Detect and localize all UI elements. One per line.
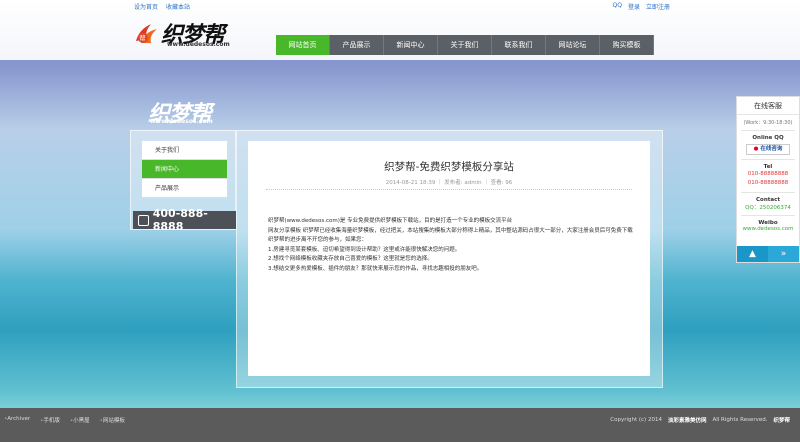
register-link[interactable]: 立即注册 bbox=[646, 2, 670, 11]
banner-logo: 织梦帮 www.dedesos.com bbox=[148, 96, 213, 128]
service-actions: ▲ » bbox=[737, 246, 799, 262]
qq-consult-label: 在线咨询 bbox=[760, 146, 783, 152]
collapse-icon[interactable]: » bbox=[768, 246, 799, 262]
service-contact-qq: QQ：250206374 bbox=[745, 205, 791, 211]
rights-text: All Rights Reserved. bbox=[712, 417, 768, 423]
footer-link-templates[interactable]: 网站模板 bbox=[100, 416, 125, 424]
set-homepage-link[interactable]: 设为首页 bbox=[134, 2, 158, 11]
article-paragraph: 织梦帮的进步离不开您的参与，如果您： bbox=[268, 237, 368, 244]
article-paragraph: 2.想找个网络模板收藏夹存放自己喜爱的模板？这里就是您的选择。 bbox=[268, 256, 433, 263]
copyright-text: Copyright (c) 2014 bbox=[610, 417, 662, 423]
side-menu: 关于我们 新闻中心 产品展示 bbox=[142, 141, 227, 198]
article-paragraph: 1.房建寻觅某套模板、迫切希望得到设计帮助？这里或许能很快解决您的问题。 bbox=[268, 246, 461, 253]
phone-number: 400-888-8888 bbox=[152, 207, 208, 233]
nav-buy-template[interactable]: 购买模板 bbox=[600, 35, 654, 55]
service-qq-label: Online QQ bbox=[752, 135, 784, 141]
article-paragraph: 织梦帮(www.dedesos.com)是 专业免费提供织梦模板下载站，目的是打… bbox=[268, 218, 513, 224]
side-item-about[interactable]: 关于我们 bbox=[142, 141, 227, 160]
logo-mark-icon: 帮 bbox=[136, 24, 157, 43]
service-title: 在线客服 bbox=[737, 97, 799, 115]
service-tel-2: 010-88888888 bbox=[747, 180, 789, 186]
banner-logo-url: www.dedesos.com bbox=[150, 118, 213, 125]
main-nav: 网站首页 产品展示 新闻中心 关于我们 联系我们 网站论坛 购买模板 bbox=[276, 35, 654, 55]
qq-login-link[interactable]: QQ bbox=[613, 2, 622, 11]
side-item-news[interactable]: 新闻中心 bbox=[142, 160, 227, 179]
nav-products[interactable]: 产品展示 bbox=[330, 35, 384, 55]
top-links: 设为首页 收藏本站 bbox=[134, 2, 190, 11]
article-divider bbox=[266, 189, 632, 190]
service-divider bbox=[741, 159, 795, 160]
article-title: 织梦帮-免费织梦模板分享站 bbox=[384, 161, 514, 173]
nav-forum[interactable]: 网站论坛 bbox=[546, 35, 600, 55]
phone-banner: 400-888-8888 bbox=[133, 207, 236, 233]
footer-site-name[interactable]: 淡彩素雅美仿网 bbox=[668, 416, 707, 424]
service-divider bbox=[741, 215, 795, 216]
service-divider bbox=[741, 130, 795, 131]
svg-text:帮: 帮 bbox=[140, 35, 146, 43]
qq-penguin-icon: ● bbox=[753, 146, 759, 152]
article: 织梦帮-免费织梦模板分享站 2014-08-21 18:39 ｜ 发布者: ad… bbox=[248, 141, 650, 376]
article-meta: 2014-08-21 18:39 ｜ 发布者: admin ｜ 查看: 96 bbox=[385, 180, 513, 186]
article-paragraph: 3.想结交更多热爱模板、插件的朋友？那就快来展示您的作品，寻找志趣相投的朋友吧。 bbox=[268, 265, 483, 272]
online-service-panel: 在线客服 (Work：9:30-18:30) Online QQ ● 在线咨询 … bbox=[736, 96, 800, 263]
footer-copyright: Copyright (c) 2014 淡彩素雅美仿网 All Rights Re… bbox=[610, 416, 790, 424]
footer-link-mobile[interactable]: 手机版 bbox=[40, 416, 60, 424]
article-paragraph: 网友分享模板 织梦帮已经收集海量织梦模板，经过把关，本站搜集的模板大部分称得上精… bbox=[268, 227, 633, 234]
nav-contact[interactable]: 联系我们 bbox=[492, 35, 546, 55]
phone-icon bbox=[138, 214, 149, 226]
qq-consult-button[interactable]: ● 在线咨询 bbox=[746, 144, 790, 155]
user-links: QQ 登录 立即注册 bbox=[613, 2, 670, 11]
side-item-products[interactable]: 产品展示 bbox=[142, 179, 227, 198]
footer: Archiver 手机版 小黑屋 网站模板 Copyright (c) 2014… bbox=[0, 408, 800, 442]
service-weibo[interactable]: www.dedesos.com bbox=[737, 226, 799, 232]
login-link[interactable]: 登录 bbox=[628, 2, 640, 11]
footer-links: Archiver 手机版 小黑屋 网站模板 bbox=[4, 416, 125, 424]
nav-about[interactable]: 关于我们 bbox=[438, 35, 492, 55]
footer-link-blackroom[interactable]: 小黑屋 bbox=[70, 416, 90, 424]
article-body: 织梦帮(www.dedesos.com)是 专业免费提供织梦模板下载站，目的是打… bbox=[268, 217, 638, 275]
nav-news[interactable]: 新闻中心 bbox=[384, 35, 438, 55]
footer-link-archiver[interactable]: Archiver bbox=[4, 416, 30, 424]
service-hours: (Work：9:30-18:30) bbox=[743, 120, 793, 126]
site-logo[interactable]: 帮 织梦帮 www.dedesos.com bbox=[133, 15, 238, 51]
service-tel-1: 010-88888888 bbox=[747, 171, 789, 177]
footer-brand[interactable]: 织梦帮 bbox=[773, 416, 790, 424]
bookmark-link[interactable]: 收藏本站 bbox=[166, 2, 190, 11]
back-to-top-icon[interactable]: ▲ bbox=[737, 246, 768, 262]
service-divider bbox=[741, 192, 795, 193]
nav-home[interactable]: 网站首页 bbox=[276, 35, 330, 55]
logo-url: www.dedesos.com bbox=[167, 41, 230, 48]
